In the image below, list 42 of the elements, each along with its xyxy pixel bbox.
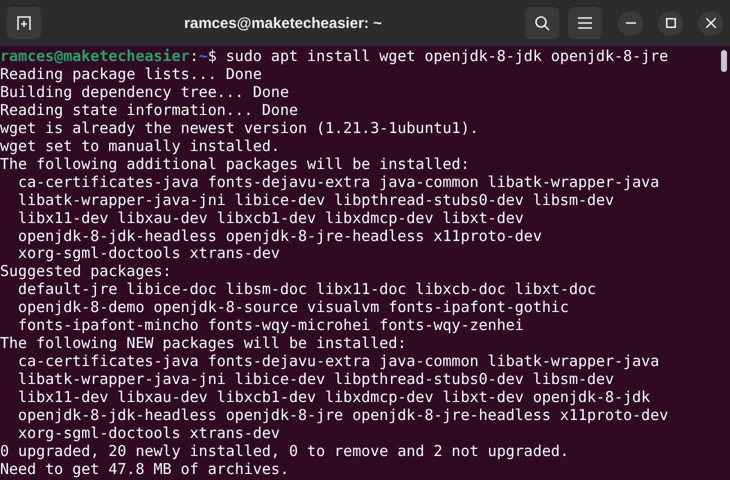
minimize-icon — [626, 22, 636, 24]
output-line: libx11-dev libxau-dev libxcb1-dev libxdmcp-dev libxt-dev — [17, 210, 524, 228]
output-line: fonts-ipafont-mincho fonts-wqy-microhei fonts-wqy-zenhei — [17, 317, 524, 336]
output-line: wget set to manually installed. — [0, 138, 280, 156]
output-line: libx11-dev libxau-dev libxcb1-dev libxdmcp-dev libxt-dev openjdk-8-jdk — [17, 389, 650, 408]
maximize-icon — [666, 18, 676, 28]
close-button[interactable] — [698, 10, 723, 36]
output-line: 0 upgraded, 20 newly installed, 0 to remove and 2 not upgraded. — [0, 442, 569, 461]
output-line: xorg-sgml-doctools xtrans-dev — [17, 245, 280, 264]
output-line: Building dependency tree... Done — [0, 84, 289, 102]
minimize-button[interactable] — [618, 10, 643, 36]
output-line: libatk-wrapper-java-jni libice-dev libpthread-stubs0-dev libsm-dev — [17, 371, 614, 390]
output-line: The following NEW packages will be installed: — [0, 335, 406, 354]
output-line: wget is already the newest version (1.21.3-1ubuntu1). — [0, 120, 479, 138]
output-line: default-jre libice-doc libsm-doc libx11-doc libxcb-doc libxt-doc — [17, 281, 596, 300]
new-tab-button[interactable] — [7, 7, 41, 39]
output-line: openjdk-8-jdk-headless openjdk-8-jre openjdk-8-jre-headless x11proto-dev — [17, 407, 668, 426]
output-line: ca-certificates-java fonts-dejavu-extra java-common libatk-wrapper-java — [17, 174, 660, 192]
output-line: Reading state information... Done — [0, 102, 298, 120]
output-line: Need to get 47.8 MB of archives. — [0, 460, 289, 479]
new-tab-icon — [16, 15, 32, 31]
output-line: Reading package lists... Done — [0, 66, 262, 84]
output-line: libatk-wrapper-java-jni libice-dev libpthread-stubs0-dev libsm-dev — [17, 192, 614, 210]
output-line: Suggested packages: — [0, 263, 172, 282]
menu-icon — [578, 17, 592, 29]
output-line: The following additional packages will be installed: — [0, 156, 470, 174]
output-line: xorg-sgml-doctools xtrans-dev — [17, 425, 280, 443]
close-icon — [706, 18, 716, 28]
output-line: openjdk-8-jdk-headless openjdk-8-jre-headless x11proto-dev — [17, 228, 542, 246]
prompt-symbol: $ — [208, 48, 217, 66]
prompt-path: ~ — [198, 48, 208, 66]
search-button[interactable] — [525, 7, 559, 39]
window-title: ramces@maketecheasier: ~ — [183, 14, 383, 32]
prompt-separator: : — [190, 48, 199, 66]
search-icon — [534, 15, 550, 31]
maximize-button[interactable] — [658, 10, 683, 36]
prompt-user-host: ramces@maketecheasier — [0, 48, 190, 66]
scrollbar[interactable] — [721, 50, 727, 72]
menu-button[interactable] — [568, 7, 602, 39]
command-text: sudo apt install wget openjdk-8-jdk openjdk-8-jre — [224, 48, 668, 66]
output-line: openjdk-8-demo openjdk-8-source visualvm fonts-ipafont-gothic — [17, 299, 569, 318]
output-line: ca-certificates-java fonts-dejavu-extra java-common libatk-wrapper-java — [17, 353, 660, 372]
